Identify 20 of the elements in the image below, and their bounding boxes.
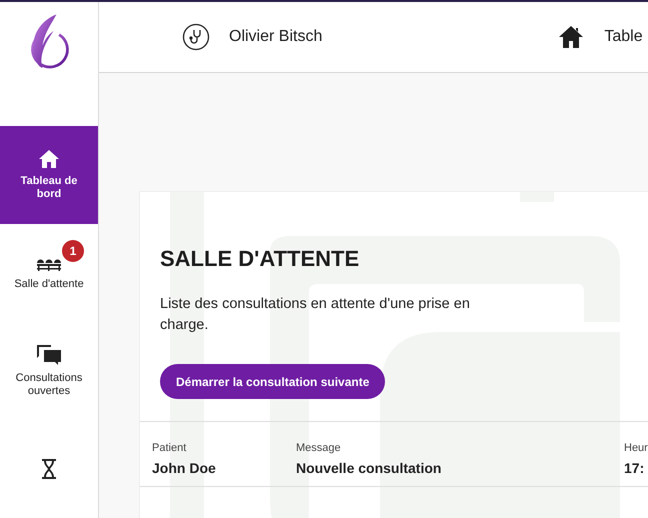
stethoscope-icon (182, 23, 210, 51)
table-cell-text: John Doe (152, 460, 217, 476)
start-consultation-button[interactable]: Démarrer la consultation suivante (160, 364, 386, 399)
home-icon (38, 149, 60, 169)
column-header: Message (296, 442, 342, 454)
column-header: Patient (152, 442, 188, 454)
home-icon[interactable] (558, 25, 584, 49)
column-header: Heur (624, 442, 648, 454)
table-cell-text: Nouvelle consultation (296, 460, 442, 476)
hourglass-icon (40, 458, 58, 480)
table-cell: 17: (624, 460, 644, 476)
user-name: Olivier Bitsch (229, 28, 322, 46)
notification-badge: 1 (62, 240, 84, 262)
chat-icon (36, 344, 62, 366)
card-description: Liste des consultations en attente d'une prise en charge. (160, 295, 471, 335)
dashboard-link[interactable]: Table (604, 28, 643, 46)
sidebar-item[interactable]: Consultations ouvertes (0, 322, 98, 420)
sidebar-item[interactable]: Tableau de bord (0, 126, 98, 224)
sidebar-item[interactable]: 1 Salle d'attente (0, 224, 98, 322)
card-title: SALLE D'ATTENTE (160, 246, 360, 272)
